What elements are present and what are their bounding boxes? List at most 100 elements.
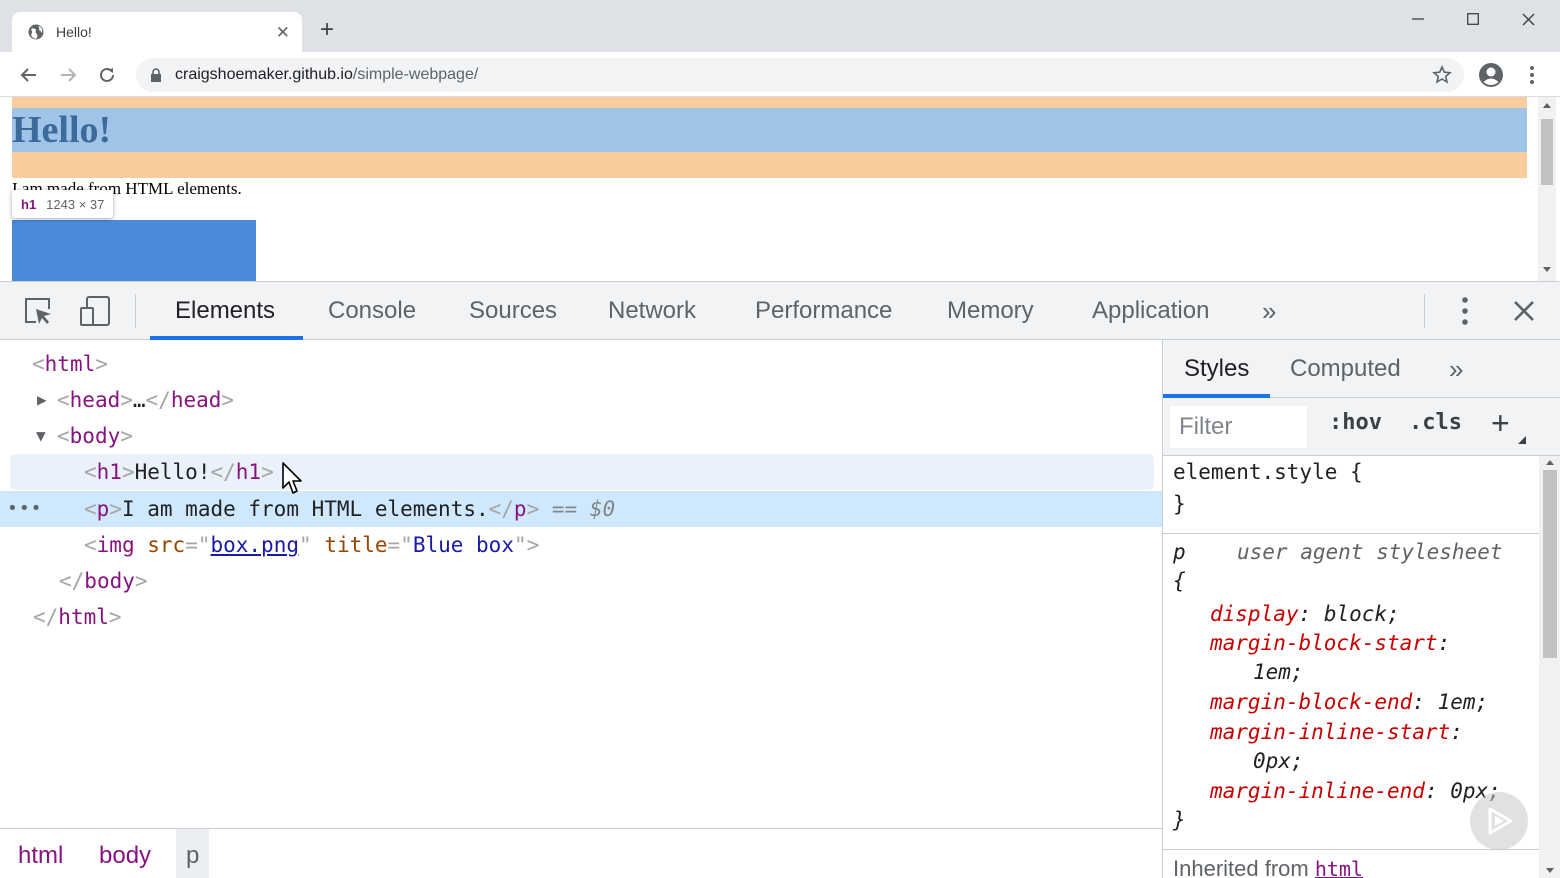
element-style-selector[interactable]: element.style { bbox=[1173, 460, 1363, 484]
address-bar[interactable]: craigshoemaker.github.io/simple-webpage/ bbox=[136, 58, 1464, 92]
scroll-up-arrow[interactable] bbox=[1543, 103, 1551, 108]
tab-performance[interactable]: Performance bbox=[755, 282, 892, 340]
css-declaration[interactable]: display: block; bbox=[1210, 602, 1400, 626]
new-style-rule-button[interactable]: + bbox=[1491, 405, 1510, 441]
minimize-icon bbox=[1412, 18, 1424, 20]
maximize-button[interactable] bbox=[1457, 6, 1489, 32]
css-property: margin-inline-start bbox=[1210, 720, 1451, 744]
dom-node-body-close[interactable]: </body> bbox=[0, 563, 1162, 599]
url-host: craigshoemaker.github.io bbox=[175, 66, 353, 83]
css-property: margin-block-end bbox=[1210, 690, 1413, 714]
new-tab-button[interactable]: + bbox=[320, 18, 334, 42]
tab-styles[interactable]: Styles bbox=[1184, 340, 1249, 398]
styles-filter-bar: :hov .cls + bbox=[1163, 398, 1560, 456]
ua-stylesheet-source: user agent stylesheet bbox=[1237, 540, 1503, 564]
minimize-button[interactable] bbox=[1402, 6, 1434, 32]
breadcrumb-body[interactable]: body bbox=[89, 829, 161, 878]
dom-node-body[interactable]: ▼ <body> bbox=[0, 418, 1162, 454]
styles-tabbar: Styles Computed » bbox=[1163, 340, 1560, 398]
tag-name: body bbox=[84, 569, 135, 593]
video-play-overlay[interactable] bbox=[1470, 792, 1528, 850]
inherited-label: Inherited from bbox=[1173, 856, 1315, 878]
css-property: margin-block-start bbox=[1210, 631, 1438, 655]
tab-network[interactable]: Network bbox=[608, 282, 696, 340]
device-toolbar-button[interactable] bbox=[78, 294, 112, 328]
scroll-down-arrow[interactable] bbox=[1546, 868, 1554, 873]
tab-sources[interactable]: Sources bbox=[469, 282, 557, 340]
css-declaration[interactable]: margin-inline-end: 0px; bbox=[1210, 779, 1501, 803]
scroll-thumb[interactable] bbox=[1543, 470, 1557, 658]
tab-elements[interactable]: Elements bbox=[175, 282, 275, 340]
attr-name: title bbox=[324, 533, 388, 557]
tab-console[interactable]: Console bbox=[328, 282, 416, 340]
css-value: 1em; bbox=[1253, 660, 1304, 684]
more-tabs-icon[interactable]: » bbox=[1262, 296, 1276, 326]
node-text: Hello! bbox=[134, 460, 211, 484]
devtools-menu-button[interactable] bbox=[1452, 294, 1478, 328]
rule-open-brace: { bbox=[1173, 569, 1186, 593]
chrome-menu-button[interactable] bbox=[1520, 62, 1544, 88]
lock-icon bbox=[151, 68, 161, 82]
kebab-menu-icon bbox=[1462, 297, 1468, 325]
url-path: /simple-webpage/ bbox=[352, 66, 479, 83]
forward-button[interactable] bbox=[55, 62, 81, 88]
play-icon bbox=[1488, 807, 1513, 835]
css-declaration[interactable]: margin-block-end: 1em; bbox=[1210, 690, 1488, 714]
browser-toolbar: craigshoemaker.github.io/simple-webpage/ bbox=[0, 52, 1560, 97]
devtools-panel: Elements Console Sources Network Perform… bbox=[0, 281, 1560, 878]
tab-computed[interactable]: Computed bbox=[1290, 340, 1401, 398]
close-icon bbox=[1514, 301, 1534, 321]
css-value: 0px; bbox=[1253, 749, 1304, 773]
dom-tree: <html> ▶ <head>…</head> ▼ <body> <h1>Hel… bbox=[0, 340, 1162, 828]
back-button[interactable] bbox=[16, 62, 42, 88]
profile-icon[interactable] bbox=[1478, 62, 1504, 88]
cls-toggle-button[interactable]: .cls bbox=[1409, 410, 1462, 435]
img-src-link[interactable]: box.png bbox=[210, 533, 299, 557]
page-scrollbar[interactable] bbox=[1538, 97, 1556, 281]
devtools-close-button[interactable] bbox=[1508, 294, 1540, 328]
more-tabs-icon[interactable]: » bbox=[1449, 354, 1463, 384]
inherited-link[interactable]: html bbox=[1315, 857, 1363, 878]
styles-filter-input[interactable] bbox=[1170, 406, 1307, 448]
dom-node-html[interactable]: <html> bbox=[0, 346, 1162, 382]
collapse-triangle-icon[interactable]: ▼ bbox=[36, 418, 50, 454]
reload-button[interactable] bbox=[94, 62, 120, 88]
tab-application[interactable]: Application bbox=[1092, 282, 1209, 340]
tag-name: img bbox=[96, 533, 135, 557]
tag-name: p bbox=[513, 497, 527, 521]
inspect-element-button[interactable] bbox=[21, 294, 55, 328]
rule-selector: p bbox=[1173, 540, 1186, 564]
dom-node-img[interactable]: <img src="box.png" title="Blue box"> bbox=[0, 527, 1162, 563]
scroll-thumb[interactable] bbox=[1541, 119, 1553, 185]
css-declaration[interactable]: margin-inline-start: bbox=[1210, 720, 1463, 744]
page-viewport: Hello! I am made from HTML elements. h1 … bbox=[0, 97, 1560, 281]
star-icon[interactable] bbox=[1432, 65, 1452, 85]
blue-box-image bbox=[12, 220, 256, 281]
url-text: craigshoemaker.github.io/simple-webpage/ bbox=[175, 66, 478, 84]
toolbar-separator bbox=[135, 294, 136, 328]
kebab-menu-icon bbox=[1530, 66, 1534, 84]
node-actions-dots[interactable]: ••• bbox=[7, 491, 43, 527]
breadcrumb-html[interactable]: html bbox=[8, 829, 73, 878]
rule-close-brace: } bbox=[1173, 492, 1186, 516]
attr-value: Blue box bbox=[412, 533, 514, 557]
css-declaration[interactable]: margin-block-start: bbox=[1210, 631, 1450, 655]
mouse-cursor-icon bbox=[282, 462, 302, 494]
hov-toggle-button[interactable]: :hov bbox=[1329, 410, 1382, 435]
dom-node-h1[interactable]: <h1>Hello!</h1> bbox=[10, 454, 1154, 490]
tab-close-icon[interactable]: ✕ bbox=[276, 24, 290, 41]
reload-icon bbox=[100, 67, 114, 82]
tab-memory[interactable]: Memory bbox=[947, 282, 1034, 340]
styles-scrollbar[interactable] bbox=[1539, 456, 1560, 878]
window-close-button[interactable] bbox=[1512, 6, 1544, 32]
dom-node-p[interactable]: ••• <p>I am made from HTML elements.</p>… bbox=[0, 491, 1162, 527]
browser-tab[interactable]: Hello! ✕ bbox=[12, 12, 302, 52]
breadcrumb-p[interactable]: p bbox=[176, 829, 210, 878]
dom-node-head[interactable]: ▶ <head>…</head> bbox=[0, 382, 1162, 418]
dom-node-html-close[interactable]: </html> bbox=[0, 599, 1162, 635]
scroll-up-arrow[interactable] bbox=[1546, 460, 1554, 465]
expand-triangle-icon[interactable]: ▶ bbox=[37, 382, 51, 418]
scroll-down-arrow[interactable] bbox=[1543, 267, 1551, 272]
attr-name: src bbox=[147, 533, 186, 557]
css-property: display bbox=[1210, 602, 1299, 626]
